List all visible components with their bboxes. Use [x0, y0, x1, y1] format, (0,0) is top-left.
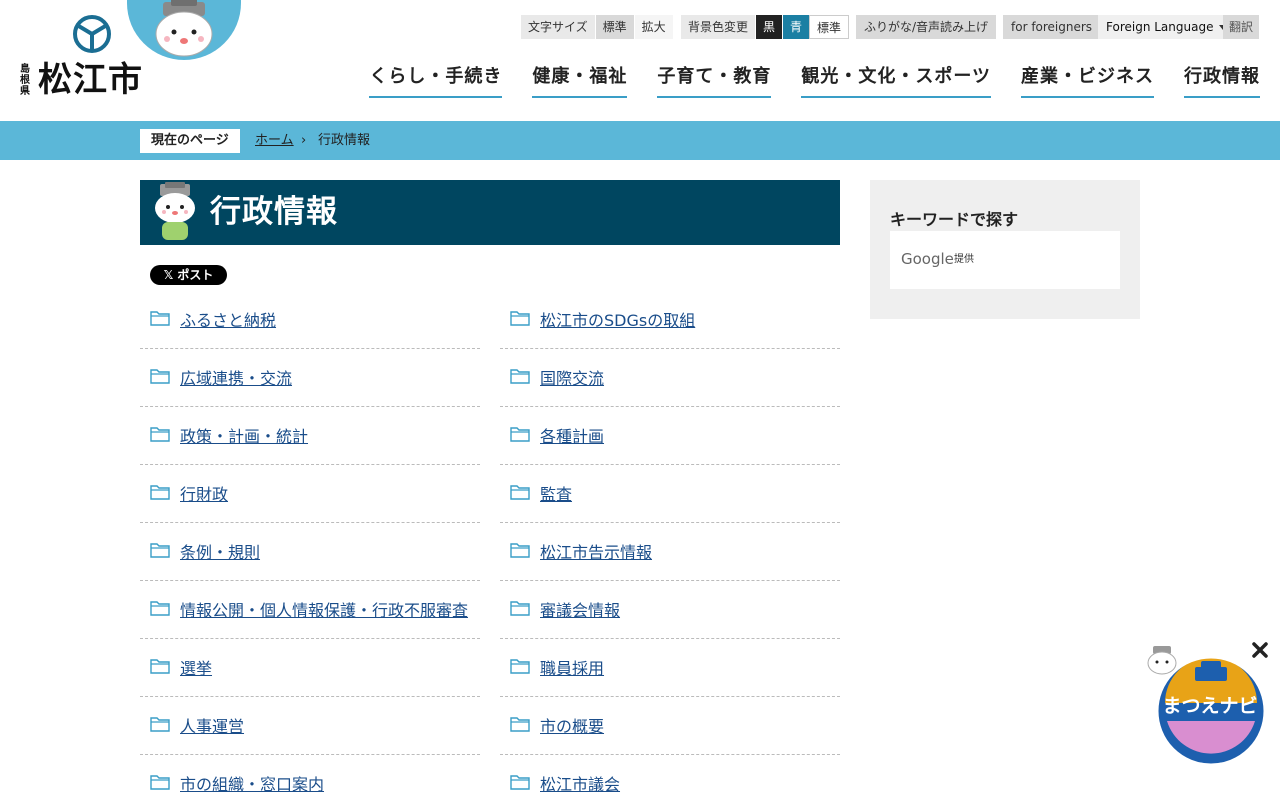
city-name: 松江市: [38, 60, 143, 100]
folder-icon: [510, 485, 530, 500]
list-item: 市の組織・窓口案内: [140, 755, 480, 800]
folder-icon: [510, 659, 530, 674]
site-logo[interactable]: 島根県 松江市: [18, 14, 148, 102]
mascot-icon: [1147, 646, 1177, 675]
breadcrumb-home-link[interactable]: ホーム: [255, 131, 294, 151]
nav-item-tourism[interactable]: 観光・文化・スポーツ: [801, 64, 991, 98]
link-personnel-management[interactable]: 人事運営: [180, 716, 244, 738]
folder-icon: [150, 659, 170, 674]
list-item: 松江市議会: [500, 755, 840, 800]
keyword-search-panel: キーワードで探す Google 提供: [870, 180, 1140, 319]
list-item: 職員採用: [500, 639, 840, 697]
link-city-council[interactable]: 松江市議会: [540, 774, 620, 796]
folder-icon: [510, 311, 530, 326]
google-logo: Google: [901, 250, 954, 268]
link-public-notices[interactable]: 松江市告示情報: [540, 542, 652, 564]
foreign-language-select[interactable]: Foreign Language: [1098, 15, 1236, 39]
link-organization[interactable]: 市の組織・窓口案内: [180, 774, 324, 796]
link-furusato-nozei[interactable]: ふるさと納税: [180, 310, 276, 332]
global-nav: くらし・手続き 健康・福祉 子育て・教育 観光・文化・スポーツ 産業・ビジネス …: [339, 64, 1260, 98]
search-input[interactable]: Google 提供: [890, 231, 1120, 289]
list-item: 審議会情報: [500, 581, 840, 639]
font-size-large-button[interactable]: 拡大: [633, 15, 673, 39]
folder-icon: [510, 369, 530, 384]
link-information-disclosure[interactable]: 情報公開・個人情報保護・行政不服審査: [180, 600, 468, 622]
list-item: 情報公開・個人情報保護・行政不服審査: [140, 581, 480, 639]
matsue-navi-widget[interactable]: まつえナビ: [1145, 640, 1275, 770]
folder-icon: [510, 717, 530, 732]
breadcrumb-current: 行政情報: [318, 133, 371, 148]
folder-icon: [510, 601, 530, 616]
folder-icon: [150, 427, 170, 442]
mascot-icon: [155, 0, 213, 57]
link-elections[interactable]: 選挙: [180, 658, 212, 680]
nav-item-life[interactable]: くらし・手続き: [369, 64, 503, 98]
page-title: 行政情報: [210, 194, 338, 230]
keyword-search-title: キーワードで探す: [890, 210, 1019, 229]
list-item: 各種計画: [500, 407, 840, 465]
list-item: 行財政: [140, 465, 480, 523]
list-item: 人事運営: [140, 697, 480, 755]
folder-icon: [150, 717, 170, 732]
category-link-list: ふるさと納税 松江市のSDGsの取組 広域連携・交流 国際交流 政策・計画・統計…: [140, 291, 840, 800]
link-audit[interactable]: 監査: [540, 484, 572, 506]
list-item: 監査: [500, 465, 840, 523]
folder-icon: [510, 427, 530, 442]
page-title-bar: 行政情報: [140, 180, 840, 245]
link-international-exchange[interactable]: 国際交流: [540, 368, 604, 390]
folder-icon: [150, 543, 170, 558]
background-color-switcher: 背景色変更 黒 青 標準: [681, 15, 850, 39]
navi-label: まつえナビ: [1162, 695, 1258, 717]
font-size-label: 文字サイズ: [521, 15, 595, 39]
link-sdgs[interactable]: 松江市のSDGsの取組: [540, 310, 695, 332]
breadcrumb: 現在のページ ホーム › 行政情報: [0, 121, 1280, 160]
list-item: 選挙: [140, 639, 480, 697]
translate-button[interactable]: 翻訳: [1223, 15, 1260, 39]
list-item: 政策・計画・統計: [140, 407, 480, 465]
nav-item-business[interactable]: 産業・ビジネス: [1021, 64, 1154, 98]
link-ordinances[interactable]: 条例・規則: [180, 542, 260, 564]
folder-icon: [150, 485, 170, 500]
folder-icon: [510, 775, 530, 790]
bg-standard-button[interactable]: 標準: [809, 15, 850, 39]
mascot-icon: [155, 182, 195, 240]
prefecture-name: 島根県: [20, 64, 30, 97]
list-item: 国際交流: [500, 349, 840, 407]
folder-icon: [150, 601, 170, 616]
link-policy-plans-statistics[interactable]: 政策・計画・統計: [180, 426, 308, 448]
link-councils[interactable]: 審議会情報: [540, 600, 620, 622]
link-staff-recruitment[interactable]: 職員採用: [540, 658, 604, 680]
folder-icon: [150, 775, 170, 790]
link-city-overview[interactable]: 市の概要: [540, 716, 604, 738]
breadcrumb-label: 現在のページ: [140, 129, 240, 153]
list-item: 松江市告示情報: [500, 523, 840, 581]
font-size-switcher: 文字サイズ 標準 拡大: [521, 15, 673, 39]
list-item: 松江市のSDGsの取組: [500, 291, 840, 349]
link-regional-cooperation[interactable]: 広域連携・交流: [180, 368, 292, 390]
foreign-language-label: Foreign Language: [1106, 20, 1214, 34]
furigana-button[interactable]: ふりがな/音声読み上げ: [856, 15, 997, 39]
folder-icon: [150, 369, 170, 384]
list-item: 広域連携・交流: [140, 349, 480, 407]
x-post-button[interactable]: 𝕏 ポスト: [150, 265, 227, 285]
city-emblem-icon: [73, 15, 111, 53]
bg-blue-button[interactable]: 青: [782, 15, 810, 39]
font-size-standard-button[interactable]: 標準: [594, 15, 634, 39]
site-header: 島根県 松江市 文字サイズ 標準 拡大 背景色変更 黒 青 標準 ふりがな/音声…: [0, 0, 1280, 121]
nav-item-childcare[interactable]: 子育て・教育: [657, 64, 772, 98]
for-foreigners-button[interactable]: for foreigners: [1003, 15, 1101, 39]
link-finance[interactable]: 行財政: [180, 484, 228, 506]
list-item: 市の概要: [500, 697, 840, 755]
nav-item-health[interactable]: 健康・福祉: [532, 64, 628, 98]
bg-black-button[interactable]: 黒: [755, 15, 783, 39]
provided-by-label: 提供: [954, 254, 974, 265]
folder-icon: [150, 311, 170, 326]
nav-item-administration[interactable]: 行政情報: [1184, 64, 1260, 98]
list-item: 条例・規則: [140, 523, 480, 581]
link-various-plans[interactable]: 各種計画: [540, 426, 604, 448]
breadcrumb-separator-icon: ›: [301, 133, 307, 148]
folder-icon: [510, 543, 530, 558]
list-item: ふるさと納税: [140, 291, 480, 349]
bg-color-label: 背景色変更: [681, 15, 756, 39]
